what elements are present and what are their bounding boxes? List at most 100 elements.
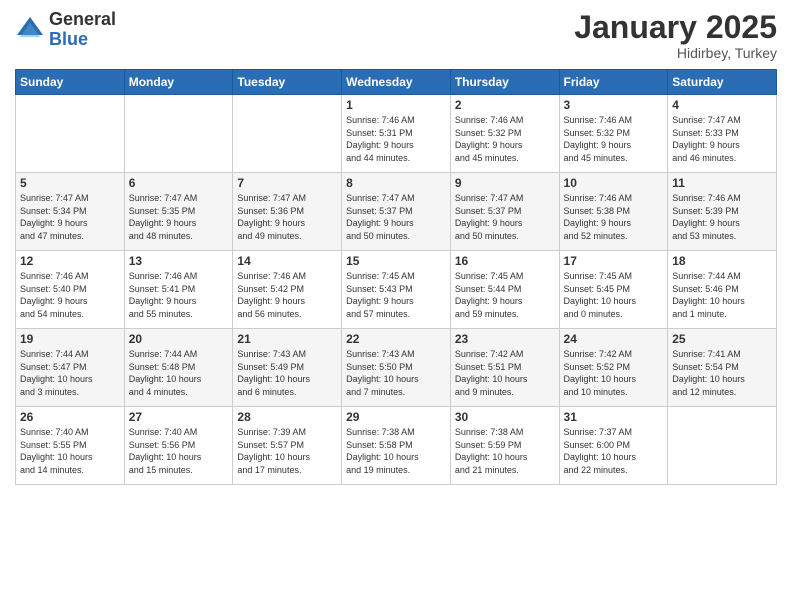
day-number: 9 (455, 176, 555, 190)
day-info: Sunrise: 7:42 AM Sunset: 5:51 PM Dayligh… (455, 348, 555, 398)
day-number: 22 (346, 332, 446, 346)
day-number: 2 (455, 98, 555, 112)
location: Hidirbey, Turkey (574, 45, 777, 61)
day-number: 6 (129, 176, 229, 190)
day-info: Sunrise: 7:47 AM Sunset: 5:35 PM Dayligh… (129, 192, 229, 242)
day-cell: 28 Sunrise: 7:39 AM Sunset: 5:57 PM Dayli… (233, 407, 342, 485)
day-number: 10 (564, 176, 664, 190)
day-cell: 17 Sunrise: 7:45 AM Sunset: 5:45 PM Dayli… (559, 251, 668, 329)
logo-text: General Blue (49, 10, 116, 50)
day-number: 15 (346, 254, 446, 268)
day-number: 18 (672, 254, 772, 268)
day-number: 7 (237, 176, 337, 190)
day-number: 3 (564, 98, 664, 112)
day-number: 28 (237, 410, 337, 424)
day-info: Sunrise: 7:47 AM Sunset: 5:33 PM Dayligh… (672, 114, 772, 164)
day-cell: 23Sunrise: 7:42 AM Sunset: 5:51 PM Dayli… (450, 329, 559, 407)
day-number: 13 (129, 254, 229, 268)
weekday-tuesday: Tuesday (233, 70, 342, 95)
day-cell: 27 Sunrise: 7:40 AM Sunset: 5:56 PM Dayli… (124, 407, 233, 485)
day-info: Sunrise: 7:42 AM Sunset: 5:52 PM Dayligh… (564, 348, 664, 398)
weekday-sunday: Sunday (16, 70, 125, 95)
weekday-header-row: SundayMondayTuesdayWednesdayThursdayFrid… (16, 70, 777, 95)
calendar-table: SundayMondayTuesdayWednesdayThursdayFrid… (15, 69, 777, 485)
day-cell: 18Sunrise: 7:44 AM Sunset: 5:46 PM Dayli… (668, 251, 777, 329)
day-info: Sunrise: 7:43 AM Sunset: 5:49 PM Dayligh… (237, 348, 337, 398)
day-cell: 9 Sunrise: 7:47 AM Sunset: 5:37 PM Daylig… (450, 173, 559, 251)
day-cell: 12Sunrise: 7:46 AM Sunset: 5:40 PM Dayli… (16, 251, 125, 329)
day-number: 25 (672, 332, 772, 346)
day-cell: 21 Sunrise: 7:43 AM Sunset: 5:49 PM Dayli… (233, 329, 342, 407)
day-cell: 24 Sunrise: 7:42 AM Sunset: 5:52 PM Dayli… (559, 329, 668, 407)
day-cell: 26Sunrise: 7:40 AM Sunset: 5:55 PM Dayli… (16, 407, 125, 485)
day-number: 4 (672, 98, 772, 112)
day-info: Sunrise: 7:45 AM Sunset: 5:45 PM Dayligh… (564, 270, 664, 320)
day-info: Sunrise: 7:37 AM Sunset: 6:00 PM Dayligh… (564, 426, 664, 476)
day-info: Sunrise: 7:41 AM Sunset: 5:54 PM Dayligh… (672, 348, 772, 398)
day-cell: 5 Sunrise: 7:47 AM Sunset: 5:34 PM Daylig… (16, 173, 125, 251)
day-number: 29 (346, 410, 446, 424)
logo: General Blue (15, 10, 116, 50)
day-info: Sunrise: 7:46 AM Sunset: 5:32 PM Dayligh… (455, 114, 555, 164)
week-row-3: 12Sunrise: 7:46 AM Sunset: 5:40 PM Dayli… (16, 251, 777, 329)
header: General Blue January 2025 Hidirbey, Turk… (15, 10, 777, 61)
day-number: 21 (237, 332, 337, 346)
day-cell (668, 407, 777, 485)
weekday-friday: Friday (559, 70, 668, 95)
day-cell: 30Sunrise: 7:38 AM Sunset: 5:59 PM Dayli… (450, 407, 559, 485)
logo-blue: Blue (49, 30, 116, 50)
day-cell: 31 Sunrise: 7:37 AM Sunset: 6:00 PM Dayli… (559, 407, 668, 485)
week-row-2: 5 Sunrise: 7:47 AM Sunset: 5:34 PM Daylig… (16, 173, 777, 251)
day-info: Sunrise: 7:44 AM Sunset: 5:47 PM Dayligh… (20, 348, 120, 398)
day-cell: 22 Sunrise: 7:43 AM Sunset: 5:50 PM Dayli… (342, 329, 451, 407)
day-number: 27 (129, 410, 229, 424)
day-info: Sunrise: 7:43 AM Sunset: 5:50 PM Dayligh… (346, 348, 446, 398)
day-cell: 11Sunrise: 7:46 AM Sunset: 5:39 PM Dayli… (668, 173, 777, 251)
day-number: 5 (20, 176, 120, 190)
title-area: January 2025 Hidirbey, Turkey (574, 10, 777, 61)
day-info: Sunrise: 7:38 AM Sunset: 5:58 PM Dayligh… (346, 426, 446, 476)
month-title: January 2025 (574, 10, 777, 45)
day-info: Sunrise: 7:46 AM Sunset: 5:39 PM Dayligh… (672, 192, 772, 242)
week-row-5: 26Sunrise: 7:40 AM Sunset: 5:55 PM Dayli… (16, 407, 777, 485)
day-number: 26 (20, 410, 120, 424)
day-info: Sunrise: 7:46 AM Sunset: 5:38 PM Dayligh… (564, 192, 664, 242)
day-cell: 20Sunrise: 7:44 AM Sunset: 5:48 PM Dayli… (124, 329, 233, 407)
day-cell: 16 Sunrise: 7:45 AM Sunset: 5:44 PM Dayli… (450, 251, 559, 329)
day-number: 17 (564, 254, 664, 268)
logo-icon (15, 15, 45, 45)
day-cell: 15Sunrise: 7:45 AM Sunset: 5:43 PM Dayli… (342, 251, 451, 329)
week-row-1: 1 Sunrise: 7:46 AM Sunset: 5:31 PM Daylig… (16, 95, 777, 173)
day-cell: 13 Sunrise: 7:46 AM Sunset: 5:41 PM Dayli… (124, 251, 233, 329)
day-cell: 10 Sunrise: 7:46 AM Sunset: 5:38 PM Dayli… (559, 173, 668, 251)
day-cell: 29 Sunrise: 7:38 AM Sunset: 5:58 PM Dayli… (342, 407, 451, 485)
day-cell: 2 Sunrise: 7:46 AM Sunset: 5:32 PM Daylig… (450, 95, 559, 173)
day-number: 19 (20, 332, 120, 346)
day-cell: 6 Sunrise: 7:47 AM Sunset: 5:35 PM Daylig… (124, 173, 233, 251)
weekday-thursday: Thursday (450, 70, 559, 95)
day-cell: 7Sunrise: 7:47 AM Sunset: 5:36 PM Daylig… (233, 173, 342, 251)
day-cell: 14Sunrise: 7:46 AM Sunset: 5:42 PM Dayli… (233, 251, 342, 329)
day-cell: 19 Sunrise: 7:44 AM Sunset: 5:47 PM Dayli… (16, 329, 125, 407)
day-number: 14 (237, 254, 337, 268)
day-info: Sunrise: 7:39 AM Sunset: 5:57 PM Dayligh… (237, 426, 337, 476)
day-number: 1 (346, 98, 446, 112)
day-info: Sunrise: 7:45 AM Sunset: 5:44 PM Dayligh… (455, 270, 555, 320)
day-cell: 25 Sunrise: 7:41 AM Sunset: 5:54 PM Dayli… (668, 329, 777, 407)
day-info: Sunrise: 7:46 AM Sunset: 5:41 PM Dayligh… (129, 270, 229, 320)
logo-general: General (49, 10, 116, 30)
day-cell: 1 Sunrise: 7:46 AM Sunset: 5:31 PM Daylig… (342, 95, 451, 173)
weekday-monday: Monday (124, 70, 233, 95)
day-info: Sunrise: 7:47 AM Sunset: 5:34 PM Dayligh… (20, 192, 120, 242)
day-info: Sunrise: 7:40 AM Sunset: 5:56 PM Dayligh… (129, 426, 229, 476)
day-number: 24 (564, 332, 664, 346)
day-info: Sunrise: 7:47 AM Sunset: 5:37 PM Dayligh… (455, 192, 555, 242)
day-info: Sunrise: 7:46 AM Sunset: 5:31 PM Dayligh… (346, 114, 446, 164)
day-number: 31 (564, 410, 664, 424)
day-cell (16, 95, 125, 173)
day-number: 20 (129, 332, 229, 346)
day-number: 16 (455, 254, 555, 268)
day-number: 12 (20, 254, 120, 268)
weekday-wednesday: Wednesday (342, 70, 451, 95)
page: General Blue January 2025 Hidirbey, Turk… (0, 0, 792, 612)
